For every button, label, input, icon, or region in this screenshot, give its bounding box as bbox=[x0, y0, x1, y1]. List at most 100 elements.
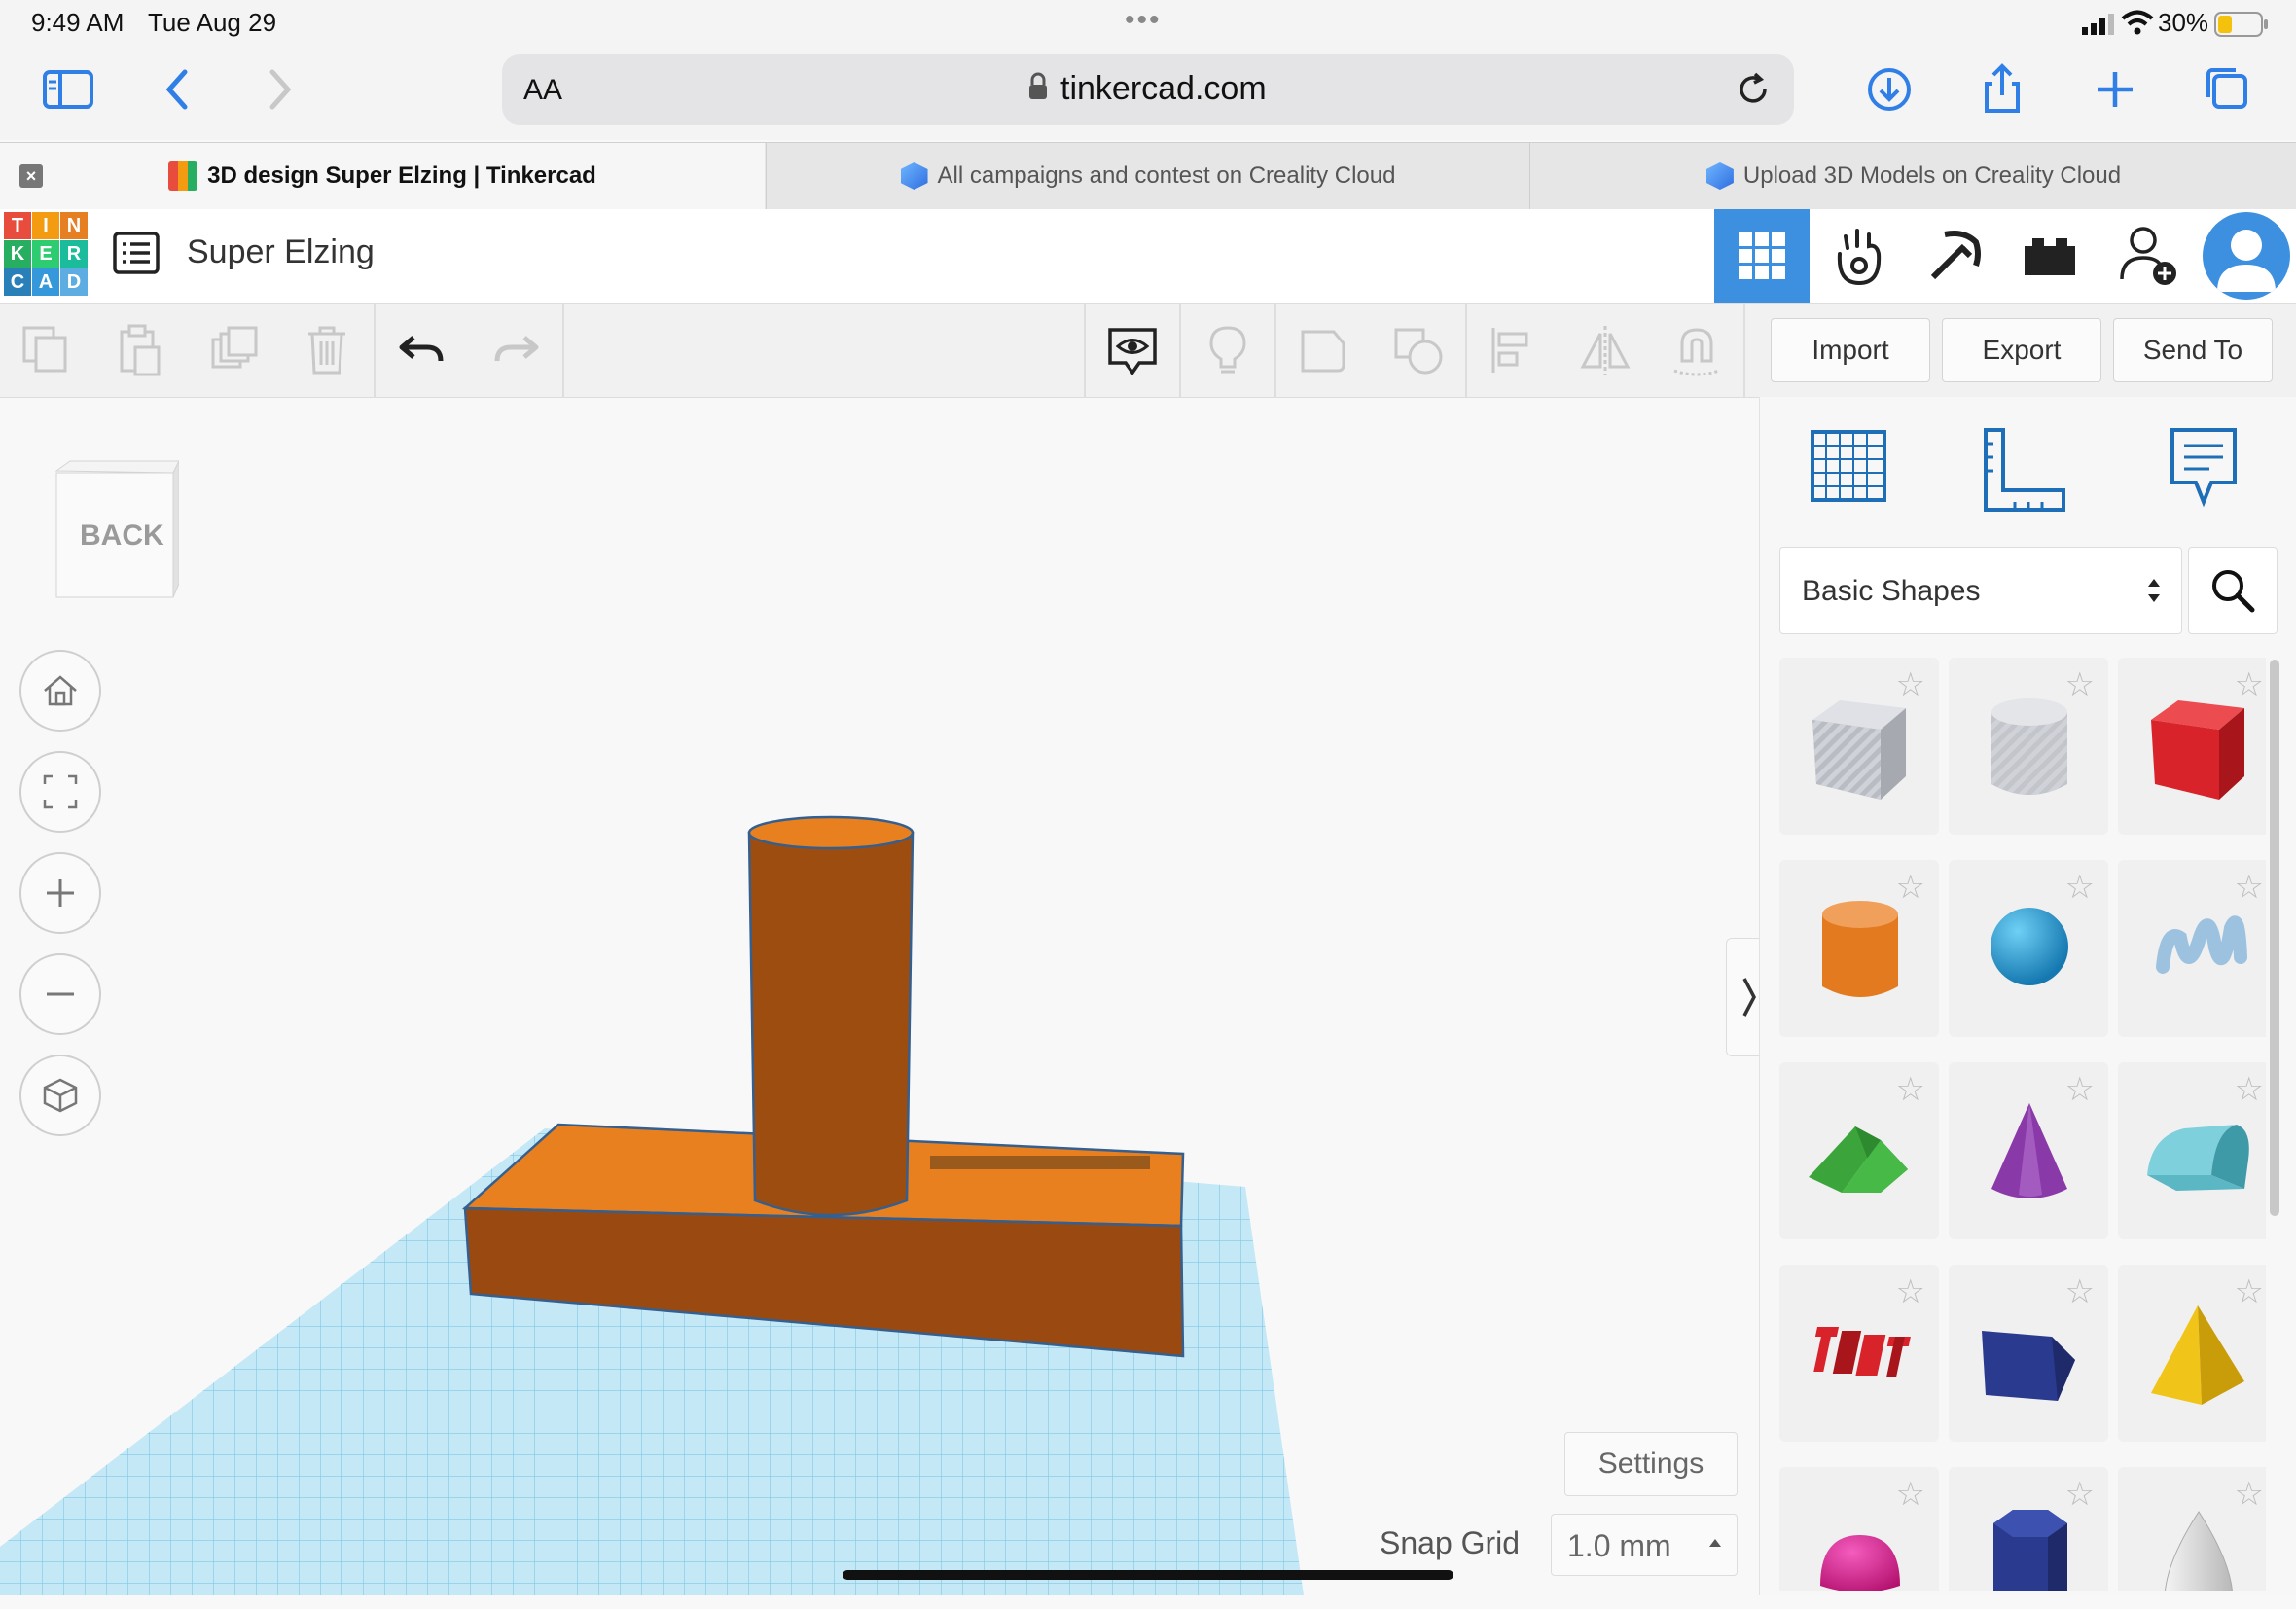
shape-scribble[interactable]: ☆ bbox=[2118, 860, 2266, 1037]
shape-cylinder-hole[interactable]: ☆ bbox=[1949, 658, 2108, 835]
panel-scrollbar[interactable] bbox=[2270, 660, 2279, 1609]
fit-view-button[interactable] bbox=[19, 751, 101, 833]
import-button[interactable]: Import bbox=[1771, 318, 1930, 382]
sphere-icon bbox=[1991, 908, 2068, 985]
cruise-button[interactable] bbox=[1650, 304, 1743, 397]
notes-visibility-button[interactable] bbox=[1086, 304, 1179, 397]
text-3d-icon bbox=[1813, 1327, 1911, 1377]
favorite-star-icon[interactable]: ☆ bbox=[1896, 1475, 1925, 1514]
shape-pyramid[interactable]: ☆ bbox=[2118, 1265, 2266, 1442]
download-icon[interactable] bbox=[1858, 58, 1920, 121]
search-icon bbox=[2212, 570, 2255, 613]
url-bar[interactable]: AA tinkercad.com bbox=[502, 54, 1794, 125]
perspective-button[interactable] bbox=[19, 1055, 101, 1136]
minecraft-button[interactable] bbox=[1907, 209, 2002, 303]
toolbar-divider bbox=[1743, 304, 1745, 397]
ruler-tool-button[interactable] bbox=[1980, 426, 2067, 520]
cylinder-hole-icon bbox=[1991, 698, 2067, 795]
home-view-button[interactable] bbox=[19, 650, 101, 732]
shape-cylinder[interactable]: ☆ bbox=[1779, 860, 1939, 1037]
close-tab-icon[interactable]: × bbox=[19, 164, 43, 188]
battery-percent: 30% bbox=[2158, 8, 2209, 37]
workplane-tool-button[interactable] bbox=[1807, 422, 1890, 515]
ungroup-button[interactable] bbox=[1372, 304, 1465, 397]
workplane-scene[interactable] bbox=[0, 397, 1757, 1595]
zoom-in-button[interactable] bbox=[19, 852, 101, 934]
shape-category-select[interactable]: Basic Shapes bbox=[1779, 547, 2182, 634]
shape-search-button[interactable] bbox=[2188, 547, 2278, 634]
share-icon[interactable] bbox=[1971, 58, 2033, 121]
shape-round-roof[interactable]: ☆ bbox=[2118, 1062, 2266, 1239]
user-avatar-icon bbox=[2217, 230, 2276, 292]
favorite-star-icon[interactable]: ☆ bbox=[2065, 868, 2095, 907]
export-button[interactable]: Export bbox=[1942, 318, 2101, 382]
hand-blocks-icon bbox=[1837, 229, 1882, 286]
shape-wedge[interactable]: ☆ bbox=[1949, 1265, 2108, 1442]
tabs-overview-icon[interactable] bbox=[2197, 58, 2259, 121]
shape-paraboloid[interactable]: ☆ bbox=[2118, 1467, 2266, 1591]
reload-icon[interactable] bbox=[1734, 70, 1773, 114]
shape-half-sphere[interactable]: ☆ bbox=[1779, 1467, 1939, 1591]
codeblocks-button[interactable] bbox=[1812, 209, 1907, 303]
bricks-button[interactable] bbox=[2002, 209, 2098, 303]
snap-grid-select[interactable]: 1.0 mm bbox=[1551, 1514, 1738, 1576]
tab-creality-upload[interactable]: Upload 3D Models on Creality Cloud bbox=[1529, 143, 2296, 209]
copy-button[interactable] bbox=[0, 304, 93, 397]
send-to-button[interactable]: Send To bbox=[2113, 318, 2273, 382]
delete-button[interactable] bbox=[280, 304, 374, 397]
undo-button[interactable] bbox=[376, 304, 469, 397]
shape-polygon[interactable]: ☆ bbox=[1949, 1467, 2108, 1591]
group-button[interactable] bbox=[1276, 304, 1370, 397]
home-indicator[interactable] bbox=[843, 1570, 1453, 1580]
show-all-button[interactable] bbox=[1181, 304, 1274, 397]
design-list-icon[interactable] bbox=[113, 232, 160, 279]
paste-button[interactable] bbox=[93, 304, 187, 397]
shape-roof[interactable]: ☆ bbox=[1779, 1062, 1939, 1239]
note-icon bbox=[2170, 428, 2237, 508]
shape-box-hole[interactable]: ☆ bbox=[1779, 658, 1939, 835]
workplane-viewport[interactable] bbox=[0, 397, 1757, 1595]
invite-user-button[interactable] bbox=[2101, 209, 2197, 303]
tab-tinkercad[interactable]: × 3D design Super Elzing | Tinkercad bbox=[0, 143, 765, 209]
box-hole-icon bbox=[1812, 700, 1906, 800]
forward-icon[interactable] bbox=[249, 58, 311, 121]
notes-tool-button[interactable] bbox=[2167, 424, 2241, 517]
minus-icon bbox=[47, 992, 74, 996]
scrollbar-thumb[interactable] bbox=[2270, 660, 2279, 1216]
view-cube[interactable]: BACK bbox=[51, 459, 180, 599]
hexagonal-prism-icon bbox=[1993, 1510, 2067, 1591]
shape-sphere[interactable]: ☆ bbox=[1949, 860, 2108, 1037]
redo-button[interactable] bbox=[469, 304, 562, 397]
settings-button[interactable]: Settings bbox=[1564, 1432, 1738, 1496]
pyramid-icon bbox=[2151, 1305, 2244, 1405]
mirror-button[interactable] bbox=[1559, 304, 1652, 397]
view-cube-face-label: BACK bbox=[80, 519, 164, 552]
shape-box[interactable]: ☆ bbox=[2118, 658, 2266, 835]
ruler-icon bbox=[1984, 428, 2065, 512]
view-3d-button[interactable] bbox=[1714, 209, 1810, 303]
cone-icon bbox=[1991, 1103, 2067, 1198]
reader-text-size-button[interactable]: AA bbox=[523, 74, 562, 107]
new-tab-icon[interactable] bbox=[2084, 58, 2146, 121]
plus-icon bbox=[47, 879, 74, 907]
more-dots-icon[interactable]: ••• bbox=[1125, 4, 1162, 37]
align-button[interactable] bbox=[1467, 304, 1561, 397]
ungroup-icon bbox=[1394, 328, 1443, 375]
shape-text[interactable]: ☆ bbox=[1779, 1265, 1939, 1442]
design-title[interactable]: Super Elzing bbox=[187, 233, 375, 271]
tab-creality-campaigns[interactable]: All campaigns and contest on Creality Cl… bbox=[766, 143, 1529, 209]
shapes-grid: ☆ ☆ ☆ ☆ ☆ ☆ ☆ ☆ ☆ ☆ ☆ ☆ ☆ ☆ ☆ bbox=[1779, 658, 2266, 1591]
shape-cone[interactable]: ☆ bbox=[1949, 1062, 2108, 1239]
add-user-icon bbox=[2120, 227, 2176, 285]
avatar[interactable] bbox=[2203, 212, 2290, 300]
duplicate-button[interactable] bbox=[189, 304, 282, 397]
back-icon[interactable] bbox=[146, 58, 208, 121]
favorite-star-icon[interactable]: ☆ bbox=[1896, 1272, 1925, 1311]
zoom-out-button[interactable] bbox=[19, 953, 101, 1035]
cylinder-icon bbox=[1822, 901, 1898, 997]
box-icon bbox=[2151, 700, 2244, 800]
tinkercad-logo[interactable]: T I N K E R C A D bbox=[4, 212, 88, 298]
favorite-star-icon[interactable]: ☆ bbox=[2065, 1272, 2095, 1311]
creality-favicon-icon bbox=[1705, 162, 1734, 190]
sidebar-icon[interactable] bbox=[37, 58, 99, 121]
